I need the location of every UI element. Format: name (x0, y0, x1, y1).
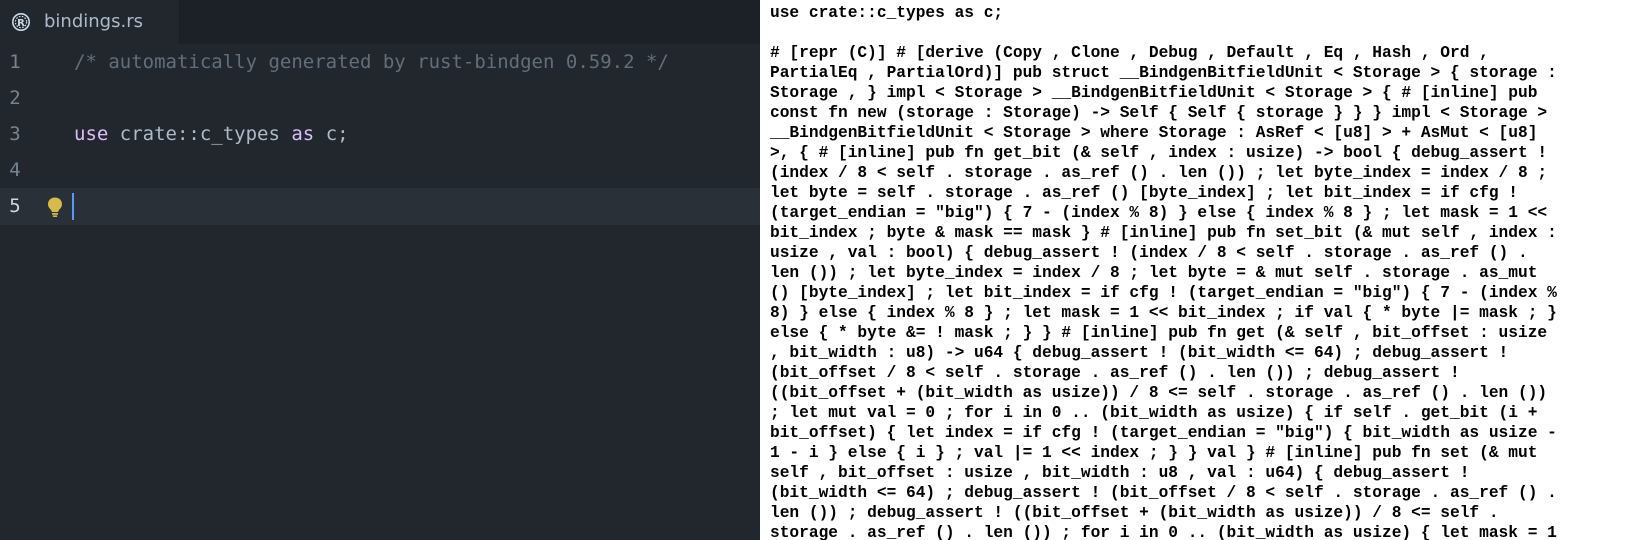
output-line: Storage , } impl < Storage > __BindgenBi… (770, 84, 1538, 102)
output-line: () [byte_index] ; let bit_index = if cfg… (770, 284, 1557, 302)
line-number: 5 (9, 195, 21, 217)
output-line: 8) } else { index % 8 } ; let mask = 1 <… (770, 304, 1557, 322)
code-line-active[interactable]: 5 (0, 188, 760, 225)
code-text: /* automatically generated by rust-bindg… (74, 51, 669, 73)
code-line[interactable]: 3 use crate::c_types as c; (0, 116, 760, 153)
output-line: ((bit_offset + (bit_width as usize)) / 8… (770, 384, 1548, 402)
tab-bindings-rs[interactable]: R bindings.rs (0, 0, 180, 44)
comment-token: /* automatically generated by rust-bindg… (74, 51, 669, 73)
identifier-token: c; (314, 123, 349, 145)
lightbulb-icon[interactable] (46, 196, 64, 218)
keyword-token: as (291, 123, 315, 145)
output-line: ; let mut val = 0 ; for i in 0 .. (bit_w… (770, 404, 1538, 422)
code-line[interactable]: 2 (0, 80, 760, 117)
code-line[interactable]: 1 /* automatically generated by rust-bin… (0, 44, 760, 81)
code-area[interactable]: 1 /* automatically generated by rust-bin… (0, 44, 760, 540)
line-number: 4 (9, 159, 21, 181)
output-line: __BindgenBitfieldUnit < Storage > where … (770, 124, 1538, 142)
output-line: # [repr (C)] # [derive (Copy , Clone , D… (770, 44, 1489, 62)
tab-label: bindings.rs (44, 11, 143, 32)
output-line: (target_endian = "big") { 7 - (index % 8… (770, 204, 1548, 222)
code-editor-pane: R bindings.rs 1 /* automatically generat… (0, 0, 760, 540)
output-line: const fn new (storage : Storage) -> Self… (770, 104, 1548, 122)
output-line: (bit_offset / 8 < self . storage . as_re… (770, 364, 1460, 382)
output-line: usize , val : bool) { debug_assert ! (in… (770, 244, 1528, 262)
output-line: bit_offset) { let index = if cfg ! (targ… (770, 424, 1557, 442)
path-token: crate::c_types (108, 123, 292, 145)
line-number: 2 (9, 87, 21, 109)
output-line: >, { # [inline] pub fn get_bit (& self ,… (770, 144, 1548, 162)
line-number: 3 (9, 123, 21, 145)
output-line: storage . as_ref () . len ()) ; for i in… (770, 524, 1557, 540)
output-line: else { * byte &= ! mask ; } } # [inline]… (770, 324, 1548, 342)
text-caret (72, 193, 74, 220)
svg-text:R: R (17, 18, 25, 29)
output-line: use crate::c_types as c; (770, 4, 1004, 22)
output-line: , bit_width : u8) -> u64 { debug_assert … (770, 344, 1509, 362)
output-line: 1 - i } else { i } ; val |= 1 << index ;… (770, 444, 1538, 462)
output-line: len ()) ; debug_assert ! ((bit_offset + … (770, 504, 1499, 522)
code-line[interactable]: 4 (0, 152, 760, 189)
output-line: self , bit_offset : usize , bit_width : … (770, 464, 1470, 482)
tab-bar: R bindings.rs (0, 0, 760, 44)
keyword-token: use (74, 123, 109, 145)
rust-icon: R (12, 13, 30, 31)
code-text: use crate::c_types as c; (74, 123, 349, 145)
output-line: let byte = self . storage . as_ref () [b… (770, 184, 1518, 202)
output-line: len ()) ; let byte_index = index / 8 ; l… (770, 264, 1538, 282)
output-text: use crate::c_types as c;# [repr (C)] # [… (770, 3, 1610, 540)
output-pane: use crate::c_types as c;# [repr (C)] # [… (760, 0, 1631, 540)
output-line: PartialEq , PartialOrd)] pub struct __Bi… (770, 64, 1557, 82)
output-line: bit_index ; byte & mask == mask } # [inl… (770, 224, 1557, 242)
line-number: 1 (9, 51, 21, 73)
output-line: (bit_width <= 64) ; debug_assert ! (bit_… (770, 484, 1557, 502)
screen: R bindings.rs 1 /* automatically generat… (0, 0, 1631, 540)
output-line: (index / 8 < self . storage . as_ref () … (770, 164, 1548, 182)
